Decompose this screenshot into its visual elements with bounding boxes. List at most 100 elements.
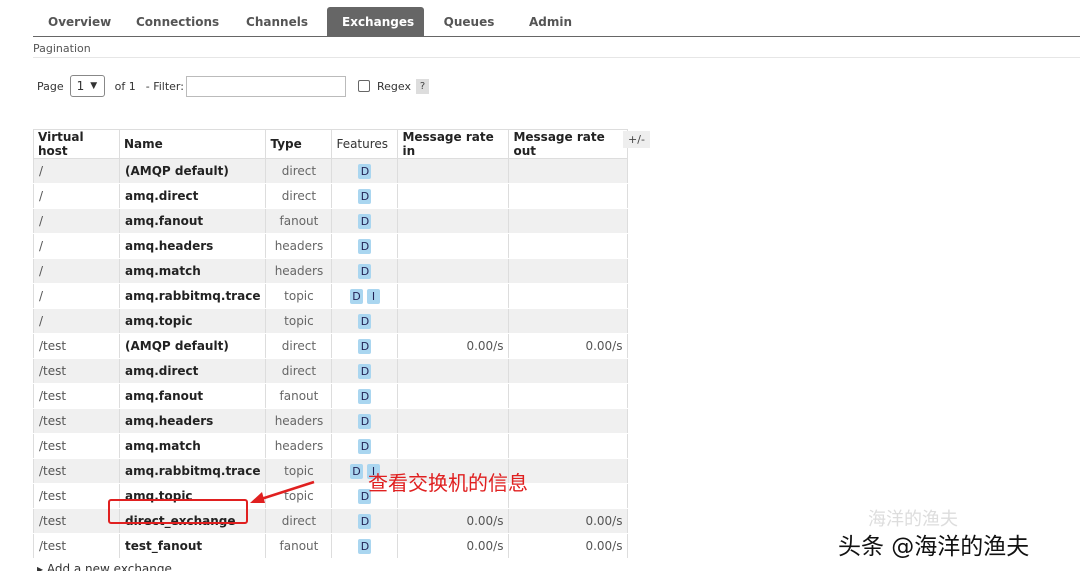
cell-rate-in: 0.00/s xyxy=(397,333,510,359)
cell-features: D xyxy=(331,208,399,234)
feature-badge: D xyxy=(358,213,372,229)
cell-type: direct xyxy=(265,358,333,384)
cell-rate-in: 0.00/s xyxy=(397,508,510,534)
regex-checkbox[interactable] xyxy=(357,80,370,92)
col-name[interactable]: Name xyxy=(118,129,267,159)
cell-virtual-host: / xyxy=(33,258,120,284)
page-select[interactable]: 1 ▼ xyxy=(69,75,105,97)
table-row[interactable]: /test amq.headers headers D xyxy=(33,408,629,434)
cell-exchange-name[interactable]: amq.rabbitmq.trace xyxy=(118,283,267,309)
cell-exchange-name[interactable]: amq.fanout xyxy=(118,208,267,234)
cell-features: D xyxy=(331,508,399,534)
add-exchange-section[interactable]: ▸ Add a new exchange xyxy=(37,562,172,571)
cell-features: D xyxy=(331,183,399,209)
cell-rate-out xyxy=(508,258,629,284)
table-row[interactable]: /test amq.match headers D xyxy=(33,433,629,459)
help-icon[interactable]: ? xyxy=(415,78,429,94)
col-type[interactable]: Type xyxy=(265,129,333,159)
chevron-down-icon: ▼ xyxy=(90,81,98,91)
cell-rate-in: 0.00/s xyxy=(397,533,510,559)
annotation-text: 查看交换机的信息 xyxy=(368,471,528,495)
cell-features: D xyxy=(331,358,399,384)
filter-input[interactable] xyxy=(185,75,346,97)
cell-rate-out: 0.00/s xyxy=(508,508,629,534)
feature-badge: D xyxy=(349,463,363,479)
cell-rate-out xyxy=(508,158,629,184)
feature-badge: D xyxy=(358,188,372,204)
cell-exchange-name[interactable]: amq.topic xyxy=(118,308,267,334)
feature-badge: D xyxy=(358,313,372,329)
cell-exchange-name[interactable]: (AMQP default) xyxy=(118,158,267,184)
table-row[interactable]: /test (AMQP default) direct D 0.00/s 0.00/s xyxy=(33,333,629,359)
cell-rate-in xyxy=(397,258,510,284)
filter-label: - Filter: xyxy=(145,79,184,93)
cell-rate-in xyxy=(397,183,510,209)
feature-badge: D xyxy=(349,288,363,304)
watermark: 头条 @海洋的渔夫 xyxy=(838,534,1030,560)
pagination-section-header[interactable]: Pagination xyxy=(33,40,1080,58)
cell-features: D xyxy=(331,433,399,459)
tab-connections[interactable]: Connections xyxy=(121,7,227,37)
cell-type: topic xyxy=(265,283,333,309)
feature-badge: D xyxy=(358,513,372,529)
cell-type: headers xyxy=(265,433,333,459)
cell-rate-out xyxy=(508,283,629,309)
cell-virtual-host: /test xyxy=(33,458,120,484)
table-row[interactable]: /test amq.rabbitmq.trace topic D I xyxy=(33,458,629,484)
pagination-controls: Page 1 ▼ of 1 - Filter: Regex ? xyxy=(37,74,429,98)
cell-exchange-name[interactable]: amq.direct xyxy=(118,358,267,384)
col-features[interactable]: Features xyxy=(331,129,399,159)
cell-exchange-name[interactable]: (AMQP default) xyxy=(118,333,267,359)
cell-exchange-name[interactable]: test_fanout xyxy=(118,533,267,559)
table-row[interactable]: /test test_fanout fanout D 0.00/s 0.00/s xyxy=(33,533,629,559)
col-virtual-host[interactable]: Virtual host xyxy=(33,129,120,159)
table-row[interactable]: / amq.rabbitmq.trace topic D I xyxy=(33,283,629,309)
cell-type: headers xyxy=(265,233,333,259)
feature-badge: I xyxy=(366,288,380,304)
cell-exchange-name[interactable]: amq.direct xyxy=(118,183,267,209)
table-row[interactable]: / (AMQP default) direct D xyxy=(33,158,629,184)
tab-overview[interactable]: Overview xyxy=(33,7,121,37)
column-toggle-button[interactable]: +/- xyxy=(623,131,650,148)
tab-exchanges[interactable]: Exchanges xyxy=(327,7,424,37)
col-rate-in[interactable]: Message rate in xyxy=(397,129,510,159)
cell-virtual-host: /test xyxy=(33,508,120,534)
cell-exchange-name[interactable]: amq.rabbitmq.trace xyxy=(118,458,267,484)
table-row[interactable]: /test amq.fanout fanout D xyxy=(33,383,629,409)
table-row[interactable]: / amq.direct direct D xyxy=(33,183,629,209)
cell-type: direct xyxy=(265,333,333,359)
feature-badge: D xyxy=(358,438,372,454)
cell-exchange-name[interactable]: amq.headers xyxy=(118,408,267,434)
cell-virtual-host: / xyxy=(33,158,120,184)
cell-rate-out xyxy=(508,433,629,459)
table-row[interactable]: /test amq.direct direct D xyxy=(33,358,629,384)
cell-rate-in xyxy=(397,358,510,384)
page-select-value: 1 xyxy=(76,79,85,93)
cell-exchange-name[interactable]: amq.headers xyxy=(118,233,267,259)
cell-rate-in xyxy=(397,158,510,184)
table-row[interactable]: / amq.match headers D xyxy=(33,258,629,284)
cell-type: fanout xyxy=(265,383,333,409)
cell-features: D xyxy=(331,333,399,359)
feature-badge: D xyxy=(358,538,372,554)
cell-rate-in xyxy=(397,208,510,234)
table-row[interactable]: / amq.topic topic D xyxy=(33,308,629,334)
cell-rate-in xyxy=(397,233,510,259)
tab-queues[interactable]: Queues xyxy=(424,7,514,37)
cell-features: D xyxy=(331,233,399,259)
cell-exchange-name[interactable]: amq.match xyxy=(118,258,267,284)
table-row[interactable]: / amq.headers headers D xyxy=(33,233,629,259)
highlight-box xyxy=(108,499,248,524)
cell-exchange-name[interactable]: amq.fanout xyxy=(118,383,267,409)
tab-admin[interactable]: Admin xyxy=(514,7,584,37)
feature-badge: D xyxy=(358,388,372,404)
cell-rate-out: 0.00/s xyxy=(508,533,629,559)
col-rate-out[interactable]: Message rate out xyxy=(508,129,629,159)
cell-rate-out: 0.00/s xyxy=(508,333,629,359)
cell-features: D xyxy=(331,533,399,559)
cell-type: direct xyxy=(265,183,333,209)
cell-features: D xyxy=(331,158,399,184)
tab-channels[interactable]: Channels xyxy=(227,7,327,37)
table-row[interactable]: / amq.fanout fanout D xyxy=(33,208,629,234)
cell-exchange-name[interactable]: amq.match xyxy=(118,433,267,459)
